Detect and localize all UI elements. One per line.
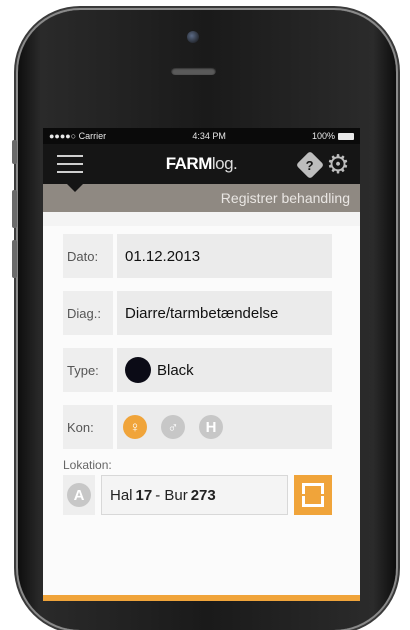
front-camera-icon	[187, 31, 199, 43]
color-swatch-icon	[125, 357, 151, 383]
gear-icon[interactable]: ⚙	[325, 151, 351, 177]
earpiece-speaker	[171, 67, 216, 75]
diag-label: Diag.:	[63, 291, 113, 335]
battery-percent: 100%	[311, 131, 335, 141]
battery-status: 100%	[312, 131, 354, 141]
status-time: 4:34 PM	[192, 131, 226, 141]
logo-bold-text: FARM	[165, 154, 213, 173]
bur-prefix: - Bur	[155, 486, 188, 504]
hal-prefix: Hal	[110, 486, 133, 504]
volume-up-button	[12, 190, 17, 228]
lokation-badge-icon[interactable]: A	[67, 483, 91, 507]
gender-selector: ♀ ♂ H	[117, 405, 332, 449]
kon-label: Kon:	[63, 405, 113, 449]
hal-number: 17	[135, 486, 153, 504]
male-gender-icon[interactable]: ♂	[161, 415, 185, 439]
mute-switch	[12, 140, 17, 164]
nav-bar: FARMlog. ? ⚙	[43, 144, 360, 184]
type-field[interactable]: Black	[117, 348, 332, 392]
diag-field[interactable]: Diarre/tarmbetændelse	[117, 291, 332, 335]
volume-down-button	[12, 240, 17, 278]
diag-row: Diag.: Diarre/tarmbetændelse	[63, 291, 332, 335]
lokation-label: Lokation:	[63, 458, 112, 472]
treatment-form: Dato: 01.12.2013 Diag.: Diarre/tarmbetæn…	[43, 226, 360, 601]
dato-label: Dato:	[63, 234, 113, 278]
lokation-field[interactable]: Hal 17 - Bur 273	[101, 475, 288, 515]
page-title: Registrer behandling	[220, 190, 350, 206]
female-gender-icon[interactable]: ♀	[123, 415, 147, 439]
page-title-bar: Registrer behandling	[43, 184, 360, 212]
type-value: Black	[157, 361, 194, 379]
menu-pointer	[67, 184, 83, 192]
dato-field[interactable]: 01.12.2013	[117, 234, 332, 278]
scan-frame-icon[interactable]	[294, 475, 332, 515]
status-bar: ●●●●○ Carrier 4:34 PM 100%	[43, 128, 360, 144]
type-row: Type: Black	[63, 348, 332, 392]
bur-number: 273	[190, 486, 216, 504]
kon-row: Kon: ♀ ♂ H	[63, 405, 332, 449]
hamburger-menu-icon[interactable]	[57, 155, 83, 173]
app-screen: ●●●●○ Carrier 4:34 PM 100% FARMlog. ? ⚙ …	[43, 128, 360, 601]
lokation-row: A Hal 17 - Bur 273	[63, 475, 332, 515]
carrier-text: ●●●●○ Carrier	[49, 131, 107, 141]
dato-row: Dato: 01.12.2013	[63, 234, 332, 278]
logo-light-text: log.	[211, 154, 238, 173]
type-label: Type:	[63, 348, 113, 392]
battery-icon	[338, 133, 354, 141]
hermaphrodite-gender-icon[interactable]: H	[199, 415, 223, 439]
bottom-accent-bar	[43, 595, 360, 601]
help-diamond-icon[interactable]: ?	[295, 150, 325, 180]
lokation-badge-container: A	[63, 475, 95, 515]
app-logo: FARMlog.	[166, 154, 238, 174]
